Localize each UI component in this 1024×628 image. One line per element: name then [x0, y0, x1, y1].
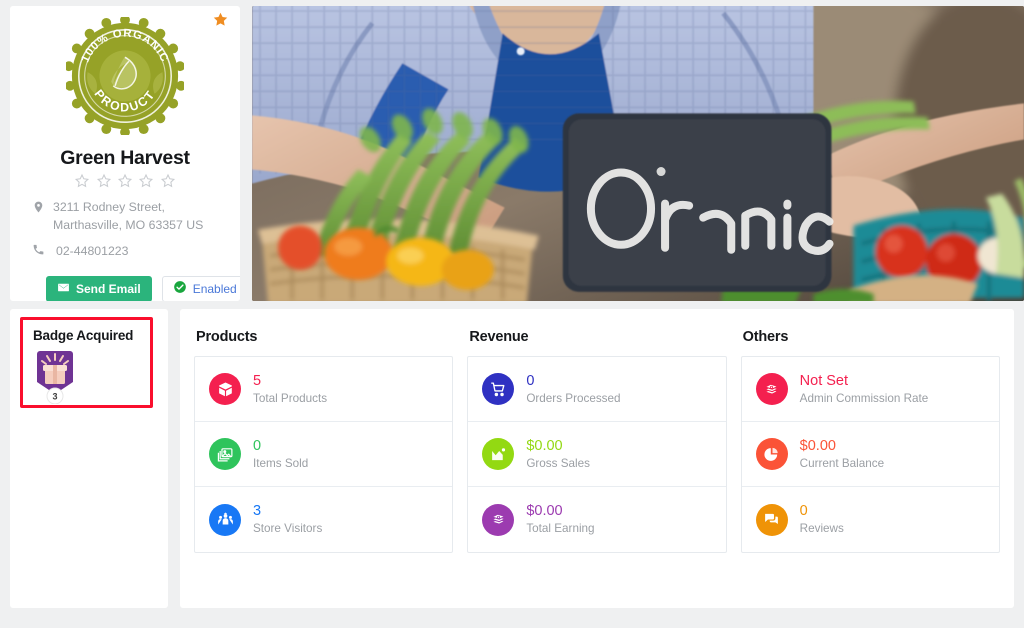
store-logo: 100% ORGANIC PRODUCT [10, 6, 240, 135]
stats-panel: Products 5 Total Products 0 Items Sold 3… [180, 309, 1014, 608]
package-box-icon [209, 373, 241, 405]
shopping-cart-icon [482, 373, 515, 405]
send-email-label: Send Email [76, 281, 141, 296]
stat-value: $0.00 [526, 437, 563, 454]
star-icon[interactable] [212, 11, 229, 31]
store-name: Green Harvest [60, 147, 190, 169]
stats-column-revenue: Revenue 0 Orders Processed $0.00 Gross S… [467, 325, 727, 608]
stat-label: Gross Sales [526, 456, 590, 470]
stat-label: Admin Commission Rate [799, 391, 929, 405]
users-group-icon [209, 503, 241, 536]
vendor-dashboard-page: 100% ORGANIC PRODUCT Green Harvest 3211 … [0, 0, 1024, 628]
envelope-icon [57, 281, 70, 297]
stats-box: 0 Orders Processed $0.00 Gross Sales $0.… [467, 356, 727, 553]
stat-row-items-sold[interactable]: 0 Items Sold [195, 422, 453, 487]
star-outline-icon[interactable] [117, 173, 133, 189]
store-banner-image [252, 6, 1024, 301]
store-address-text: 3211 Rodney Street, Marthasville, MO 633… [53, 200, 204, 232]
stat-value: 5 [253, 372, 262, 389]
phone-icon [32, 242, 45, 261]
stat-row-gross-sales[interactable]: $0.00 Gross Sales [468, 422, 726, 487]
stat-row-orders-processed[interactable]: 0 Orders Processed [468, 357, 726, 422]
stat-label: Store Visitors [253, 522, 323, 536]
stat-label: Items Sold [253, 456, 309, 470]
photo-stack-icon [209, 438, 241, 470]
store-profile-card: 100% ORGANIC PRODUCT Green Harvest 3211 … [10, 6, 240, 301]
stat-row-total-products[interactable]: 5 Total Products [195, 357, 453, 422]
badge-count: 3 [52, 392, 57, 402]
stat-label: Orders Processed [526, 391, 621, 405]
store-phone: 02-44801223 [10, 242, 240, 261]
stat-value: $0.00 [799, 437, 836, 454]
money-stack-icon [482, 503, 515, 536]
stats-box: 5 Total Products 0 Items Sold 3 Store Vi… [194, 356, 454, 553]
organic-product-stamp-icon: 100% ORGANIC PRODUCT [66, 17, 184, 135]
map-pin-icon [32, 199, 45, 219]
stat-value: 0 [799, 503, 808, 520]
rating-stars[interactable] [10, 173, 240, 189]
stat-label: Current Balance [799, 456, 885, 470]
stat-value: 3 [253, 503, 262, 520]
stats-column-title: Revenue [469, 329, 529, 345]
stats-box: Not Set Admin Commission Rate $0.00 Curr… [740, 356, 1000, 553]
stat-value: $0.00 [526, 503, 563, 520]
stat-row-total-earning[interactable]: $0.00 Total Earning [468, 487, 725, 552]
stat-row-current-balance[interactable]: $0.00 Current Balance [741, 422, 999, 487]
badge-acquired-highlight[interactable]: Badge Acquired 3 [20, 317, 153, 408]
bottom-row: Badge Acquired 3 Products 5 Total Produc… [0, 300, 1024, 618]
store-address: 3211 Rodney Street, Marthasville, MO 633… [10, 199, 240, 234]
stat-label: Reviews [799, 522, 844, 536]
stat-label: Total Earning [526, 522, 595, 536]
stat-row-store-visitors[interactable]: 3 Store Visitors [195, 487, 452, 552]
star-outline-icon[interactable] [96, 173, 112, 189]
stats-column-title: Products [196, 329, 258, 345]
stat-value: 0 [526, 372, 535, 389]
stat-row-admin-commission-rate[interactable]: Not Set Admin Commission Rate [741, 357, 999, 422]
enabled-label: Enabled [192, 281, 237, 296]
banner-photo [252, 6, 1024, 301]
send-email-button[interactable]: Send Email [46, 275, 152, 301]
store-phone-text: 02-44801223 [56, 244, 129, 259]
money-stack-icon [755, 373, 788, 405]
stat-row-reviews[interactable]: 0 Reviews [742, 487, 999, 552]
stat-value: 0 [253, 437, 262, 454]
enabled-status-button[interactable]: Enabled [161, 275, 240, 301]
check-circle-icon [173, 280, 187, 297]
gift-box-shield-badge-icon[interactable]: 3 [33, 350, 77, 405]
pie-chart-icon [755, 438, 788, 470]
chart-growth-icon [482, 438, 515, 470]
star-outline-icon[interactable] [160, 173, 176, 189]
badge-acquired-title: Badge Acquired [33, 328, 134, 343]
profile-actions: Send Email Enabled [10, 262, 240, 301]
star-outline-icon[interactable] [74, 173, 90, 189]
stat-value: Not Set [799, 372, 849, 389]
stats-column-others: Others Not Set Admin Commission Rate $0.… [740, 325, 1000, 608]
star-outline-icon[interactable] [138, 173, 154, 189]
badge-panel: Badge Acquired 3 [10, 309, 168, 608]
badge-icon-wrap[interactable]: 3 [33, 350, 77, 409]
top-row: 100% ORGANIC PRODUCT Green Harvest 3211 … [0, 0, 1024, 301]
stats-column-products: Products 5 Total Products 0 Items Sold 3… [194, 325, 454, 608]
stats-column-title: Others [742, 329, 789, 345]
stat-label: Total Products [253, 391, 328, 405]
chat-bubbles-icon [755, 503, 788, 536]
